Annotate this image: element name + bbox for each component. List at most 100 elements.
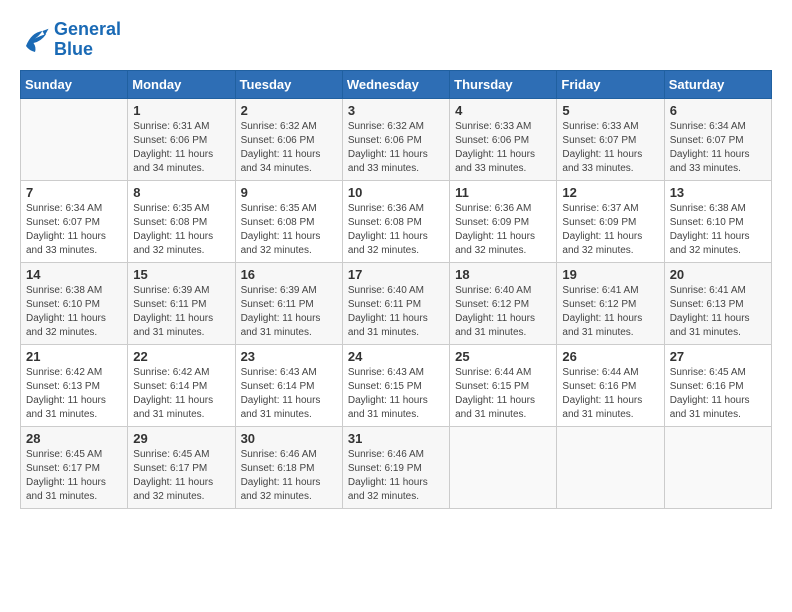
day-number: 26 <box>562 349 658 364</box>
day-info: Sunrise: 6:46 AMSunset: 6:19 PMDaylight:… <box>348 448 444 504</box>
calendar-day-cell: 31 Sunrise: 6:46 AMSunset: 6:19 PMDayligh… <box>342 426 449 508</box>
calendar-day-cell: 4 Sunrise: 6:33 AMSunset: 6:06 PMDaylight… <box>450 98 557 180</box>
calendar-day-cell: 8 Sunrise: 6:35 AMSunset: 6:08 PMDaylight… <box>128 180 235 262</box>
calendar-header-thursday: Thursday <box>450 70 557 98</box>
calendar-day-cell: 6Sunrise: 6:34 AMSunset: 6:07 PMDaylight… <box>664 98 771 180</box>
day-number: 13 <box>670 185 766 200</box>
calendar-day-cell: 16 Sunrise: 6:39 AMSunset: 6:11 PMDayligh… <box>235 262 342 344</box>
day-info: Sunrise: 6:43 AMSunset: 6:14 PMDaylight:… <box>241 366 337 422</box>
calendar-table: SundayMondayTuesdayWednesdayThursdayFrid… <box>20 70 772 509</box>
day-number: 2 <box>241 103 337 118</box>
day-number: 31 <box>348 431 444 446</box>
day-info: Sunrise: 6:36 AMSunset: 6:08 PMDaylight:… <box>348 202 444 258</box>
calendar-day-cell: 17 Sunrise: 6:40 AMSunset: 6:11 PMDayligh… <box>342 262 449 344</box>
calendar-day-cell: 15 Sunrise: 6:39 AMSunset: 6:11 PMDayligh… <box>128 262 235 344</box>
calendar-day-cell: 5 Sunrise: 6:33 AMSunset: 6:07 PMDaylight… <box>557 98 664 180</box>
calendar-day-cell: 20 Sunrise: 6:41 AMSunset: 6:13 PMDayligh… <box>664 262 771 344</box>
day-info: Sunrise: 6:32 AMSunset: 6:06 PMDaylight:… <box>241 120 337 176</box>
calendar-header-sunday: Sunday <box>21 70 128 98</box>
day-info: Sunrise: 6:40 AMSunset: 6:11 PMDaylight:… <box>348 284 444 340</box>
day-info: Sunrise: 6:44 AMSunset: 6:16 PMDaylight:… <box>562 366 658 422</box>
day-info: Sunrise: 6:38 AMSunset: 6:10 PMDaylight:… <box>670 202 766 258</box>
day-number: 20 <box>670 267 766 282</box>
day-info: Sunrise: 6:42 AMSunset: 6:13 PMDaylight:… <box>26 366 122 422</box>
calendar-day-cell: 9 Sunrise: 6:35 AMSunset: 6:08 PMDaylight… <box>235 180 342 262</box>
calendar-week-2: 7 Sunrise: 6:34 AMSunset: 6:07 PMDaylight… <box>21 180 772 262</box>
calendar-day-cell <box>450 426 557 508</box>
calendar-day-cell: 3 Sunrise: 6:32 AMSunset: 6:06 PMDaylight… <box>342 98 449 180</box>
calendar-day-cell: 18Sunrise: 6:40 AMSunset: 6:12 PMDayligh… <box>450 262 557 344</box>
calendar-day-cell: 26 Sunrise: 6:44 AMSunset: 6:16 PMDayligh… <box>557 344 664 426</box>
calendar-week-5: 28 Sunrise: 6:45 AMSunset: 6:17 PMDayligh… <box>21 426 772 508</box>
day-info: Sunrise: 6:35 AMSunset: 6:08 PMDaylight:… <box>133 202 229 258</box>
calendar-day-cell: 2 Sunrise: 6:32 AMSunset: 6:06 PMDaylight… <box>235 98 342 180</box>
calendar-day-cell: 29 Sunrise: 6:45 AMSunset: 6:17 PMDayligh… <box>128 426 235 508</box>
day-number: 14 <box>26 267 122 282</box>
day-number: 23 <box>241 349 337 364</box>
day-info: Sunrise: 6:31 AMSunset: 6:06 PMDaylight:… <box>133 120 229 176</box>
day-number: 1 <box>133 103 229 118</box>
day-info: Sunrise: 6:33 AMSunset: 6:07 PMDaylight:… <box>562 120 658 176</box>
day-info: Sunrise: 6:35 AMSunset: 6:08 PMDaylight:… <box>241 202 337 258</box>
day-number: 21 <box>26 349 122 364</box>
day-number: 5 <box>562 103 658 118</box>
calendar-day-cell: 21 Sunrise: 6:42 AMSunset: 6:13 PMDayligh… <box>21 344 128 426</box>
day-info: Sunrise: 6:42 AMSunset: 6:14 PMDaylight:… <box>133 366 229 422</box>
day-info: Sunrise: 6:33 AMSunset: 6:06 PMDaylight:… <box>455 120 551 176</box>
day-info: Sunrise: 6:32 AMSunset: 6:06 PMDaylight:… <box>348 120 444 176</box>
day-info: Sunrise: 6:38 AMSunset: 6:10 PMDaylight:… <box>26 284 122 340</box>
calendar-day-cell: 30 Sunrise: 6:46 AMSunset: 6:18 PMDayligh… <box>235 426 342 508</box>
day-number: 7 <box>26 185 122 200</box>
calendar-week-4: 21 Sunrise: 6:42 AMSunset: 6:13 PMDayligh… <box>21 344 772 426</box>
calendar-day-cell: 13 Sunrise: 6:38 AMSunset: 6:10 PMDayligh… <box>664 180 771 262</box>
calendar-header-row: SundayMondayTuesdayWednesdayThursdayFrid… <box>21 70 772 98</box>
day-number: 6 <box>670 103 766 118</box>
calendar-day-cell <box>21 98 128 180</box>
day-info: Sunrise: 6:45 AMSunset: 6:16 PMDaylight:… <box>670 366 766 422</box>
calendar-day-cell: 25Sunrise: 6:44 AMSunset: 6:15 PMDayligh… <box>450 344 557 426</box>
calendar-header-friday: Friday <box>557 70 664 98</box>
day-number: 28 <box>26 431 122 446</box>
day-info: Sunrise: 6:45 AMSunset: 6:17 PMDaylight:… <box>26 448 122 504</box>
day-info: Sunrise: 6:36 AMSunset: 6:09 PMDaylight:… <box>455 202 551 258</box>
day-number: 19 <box>562 267 658 282</box>
day-number: 22 <box>133 349 229 364</box>
day-number: 8 <box>133 185 229 200</box>
day-number: 11 <box>455 185 551 200</box>
day-info: Sunrise: 6:41 AMSunset: 6:12 PMDaylight:… <box>562 284 658 340</box>
day-number: 27 <box>670 349 766 364</box>
calendar-day-cell: 24Sunrise: 6:43 AMSunset: 6:15 PMDayligh… <box>342 344 449 426</box>
day-info: Sunrise: 6:44 AMSunset: 6:15 PMDaylight:… <box>455 366 551 422</box>
calendar-day-cell: 27 Sunrise: 6:45 AMSunset: 6:16 PMDayligh… <box>664 344 771 426</box>
calendar-day-cell: 12Sunrise: 6:37 AMSunset: 6:09 PMDayligh… <box>557 180 664 262</box>
calendar-day-cell <box>557 426 664 508</box>
day-info: Sunrise: 6:41 AMSunset: 6:13 PMDaylight:… <box>670 284 766 340</box>
calendar-day-cell: 1 Sunrise: 6:31 AMSunset: 6:06 PMDaylight… <box>128 98 235 180</box>
day-number: 24 <box>348 349 444 364</box>
day-number: 16 <box>241 267 337 282</box>
calendar-day-cell <box>664 426 771 508</box>
calendar-header-monday: Monday <box>128 70 235 98</box>
day-number: 15 <box>133 267 229 282</box>
day-number: 10 <box>348 185 444 200</box>
day-number: 17 <box>348 267 444 282</box>
day-info: Sunrise: 6:39 AMSunset: 6:11 PMDaylight:… <box>133 284 229 340</box>
day-number: 4 <box>455 103 551 118</box>
day-number: 9 <box>241 185 337 200</box>
logo-icon <box>20 25 50 55</box>
day-number: 3 <box>348 103 444 118</box>
day-number: 29 <box>133 431 229 446</box>
day-info: Sunrise: 6:46 AMSunset: 6:18 PMDaylight:… <box>241 448 337 504</box>
calendar-day-cell: 10 Sunrise: 6:36 AMSunset: 6:08 PMDayligh… <box>342 180 449 262</box>
day-info: Sunrise: 6:45 AMSunset: 6:17 PMDaylight:… <box>133 448 229 504</box>
day-info: Sunrise: 6:39 AMSunset: 6:11 PMDaylight:… <box>241 284 337 340</box>
calendar-day-cell: 11 Sunrise: 6:36 AMSunset: 6:09 PMDayligh… <box>450 180 557 262</box>
calendar-day-cell: 19 Sunrise: 6:41 AMSunset: 6:12 PMDayligh… <box>557 262 664 344</box>
calendar-week-3: 14 Sunrise: 6:38 AMSunset: 6:10 PMDayligh… <box>21 262 772 344</box>
day-info: Sunrise: 6:34 AMSunset: 6:07 PMDaylight:… <box>26 202 122 258</box>
day-number: 30 <box>241 431 337 446</box>
calendar-day-cell: 14 Sunrise: 6:38 AMSunset: 6:10 PMDayligh… <box>21 262 128 344</box>
calendar-day-cell: 22 Sunrise: 6:42 AMSunset: 6:14 PMDayligh… <box>128 344 235 426</box>
day-number: 12 <box>562 185 658 200</box>
calendar-header-saturday: Saturday <box>664 70 771 98</box>
